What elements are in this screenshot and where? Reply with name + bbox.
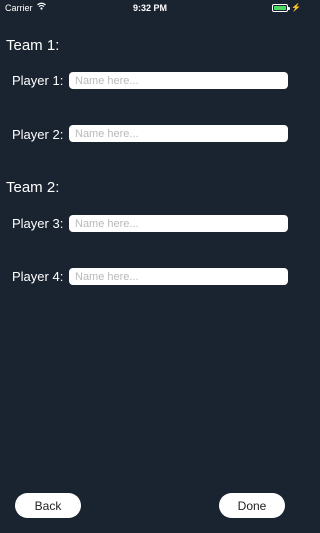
team-2-heading: Team 2: xyxy=(6,179,60,196)
status-bar: Carrier 9:32 PM ⚡ xyxy=(0,0,301,16)
charging-icon: ⚡ xyxy=(291,3,301,12)
done-button[interactable]: Done xyxy=(219,493,285,518)
player-1-label: Player 1: xyxy=(12,73,64,88)
player-3-name-input[interactable] xyxy=(69,215,288,232)
player-2-label: Player 2: xyxy=(12,127,64,142)
battery-icon: ⚡ xyxy=(272,3,301,12)
player-4-label: Player 4: xyxy=(12,269,64,284)
back-button[interactable]: Back xyxy=(15,493,81,518)
player-3-label: Player 3: xyxy=(12,216,64,231)
player-4-name-input[interactable] xyxy=(69,268,288,285)
team-1-heading: Team 1: xyxy=(6,37,60,54)
player-2-name-input[interactable] xyxy=(69,125,288,142)
player-1-name-input[interactable] xyxy=(69,72,288,89)
status-time: 9:32 PM xyxy=(132,3,167,13)
